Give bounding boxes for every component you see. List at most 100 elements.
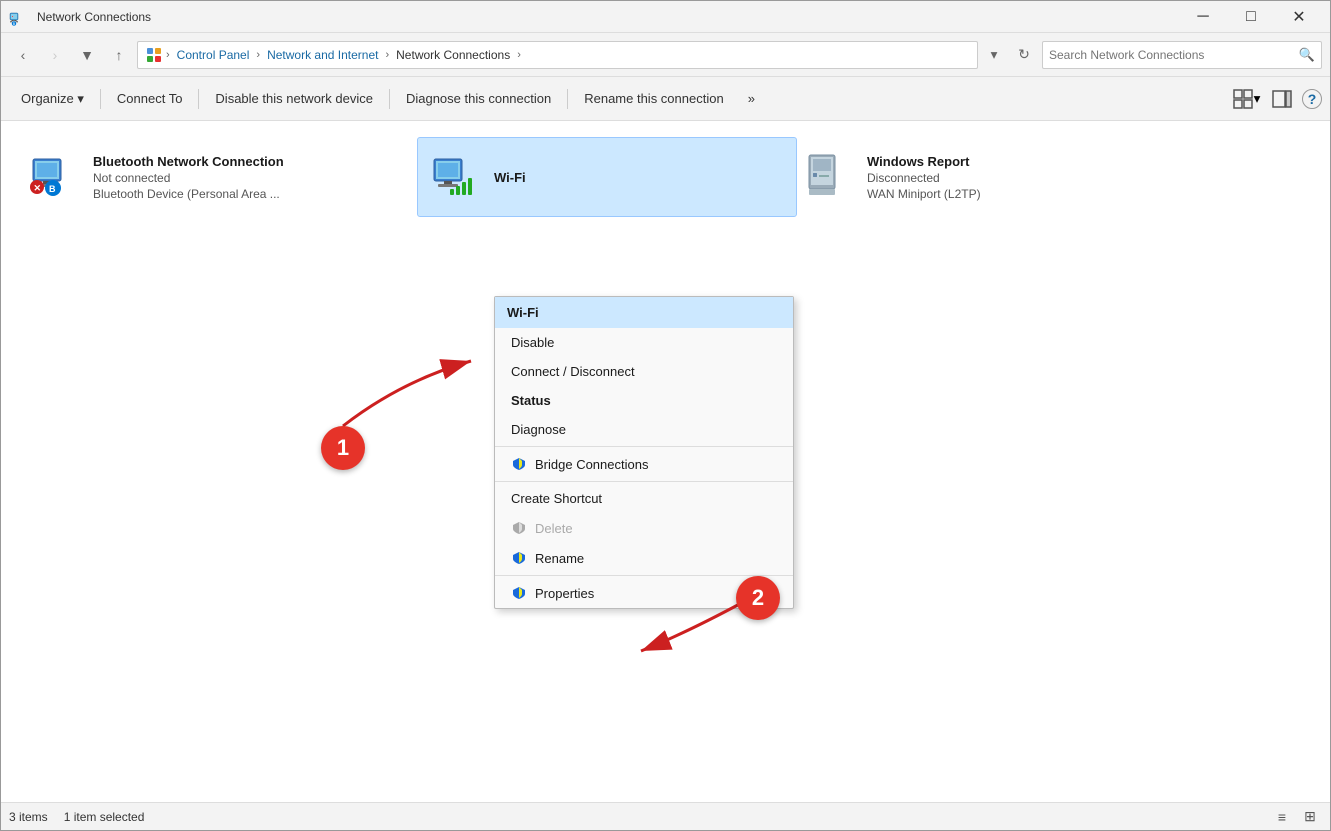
properties-shield-icon [511,585,527,601]
wifi-computer-icon [430,151,478,199]
help-button[interactable]: ? [1302,89,1322,109]
diagnose-button[interactable]: Diagnose this connection [394,81,563,117]
windows-report-info: Windows Report Disconnected WAN Miniport… [867,154,981,201]
toolbar: Organize ▾ Connect To Disable this netwo… [1,77,1330,121]
status-bar: 3 items 1 item selected ≡ ⊞ [1,802,1330,830]
network-item-wifi[interactable]: Wi-Fi [417,137,797,217]
windows-report-status: Disconnected [867,171,981,185]
wifi-info: Wi-Fi [494,170,526,185]
selected-info: 1 item selected [64,810,145,824]
refresh-button[interactable]: ↻ [1010,41,1038,69]
bluetooth-icon-container: ✕ B [29,151,81,203]
back-button[interactable]: ‹ [9,41,37,69]
search-icon: 🔍 [1299,47,1315,63]
context-menu-divider-2 [495,481,793,482]
breadcrumb-arrow-4: › [517,49,521,61]
toolbar-separator-3 [389,89,390,109]
breadcrumb-arrow-1: › [166,49,170,61]
status-bar-right: ≡ ⊞ [1270,807,1322,827]
address-dropdown-button[interactable]: ▾ [982,41,1006,69]
address-bar: ‹ › ▼ ↑ › Control Panel › Network and In… [1,33,1330,77]
title-bar: B Network Connections ─ □ ✕ [1,1,1330,33]
network-item-bluetooth[interactable]: ✕ B Bluetooth Network Connection Not con… [17,137,397,217]
search-input[interactable] [1049,48,1295,62]
forward-button[interactable]: › [41,41,69,69]
view-dropdown-icon: ▾ [1254,91,1261,107]
bluetooth-info: Bluetooth Network Connection Not connect… [93,154,284,201]
connect-disconnect-label: Connect / Disconnect [511,364,635,379]
context-menu-bridge-connections[interactable]: Bridge Connections [495,449,793,479]
toolbar-separator-1 [100,89,101,109]
app-icon: B [9,7,29,27]
maximize-button[interactable]: □ [1228,1,1274,33]
preview-pane-button[interactable] [1266,85,1298,113]
wifi-name: Wi-Fi [494,170,526,185]
context-menu-rename[interactable]: Rename [495,543,793,573]
delete-label: Delete [535,521,573,536]
context-menu-disable[interactable]: Disable [495,328,793,357]
toolbar-right: ▾ ? [1230,85,1322,113]
up-button[interactable]: ↑ [105,41,133,69]
breadcrumb-arrow-3: › [385,49,389,61]
windows-report-name: Windows Report [867,154,981,169]
diagnose-label: Diagnose [511,422,566,437]
rename-button[interactable]: Rename this connection [572,81,735,117]
delete-shield-icon [511,520,527,536]
disable-button[interactable]: Disable this network device [203,81,385,117]
disable-label: Disable [511,335,554,350]
window-controls: ─ □ ✕ [1180,1,1322,33]
svg-text:B: B [49,184,56,194]
context-menu-create-shortcut[interactable]: Create Shortcut [495,484,793,513]
wifi-icon-container [430,151,482,203]
breadcrumb-network-connections: Network Connections [393,47,513,63]
context-menu-divider-1 [495,446,793,447]
context-menu-connect-disconnect[interactable]: Connect / Disconnect [495,357,793,386]
control-panel-icon [146,47,162,63]
minimize-button[interactable]: ─ [1180,1,1226,33]
window-title: Network Connections [37,10,1180,24]
windows-report-type: WAN Miniport (L2TP) [867,187,981,201]
breadcrumb-network-internet[interactable]: Network and Internet [264,47,381,63]
breadcrumb-control-panel[interactable]: Control Panel [174,47,253,63]
main-content: ✕ B Bluetooth Network Connection Not con… [1,121,1330,802]
annotation-2: 2 [736,576,780,620]
create-shortcut-label: Create Shortcut [511,491,602,506]
main-window: B Network Connections ─ □ ✕ ‹ › ▼ ↑ › Co… [0,0,1331,831]
status-grid-view-button[interactable]: ⊞ [1298,807,1322,827]
annotation-1: 1 [321,426,365,470]
context-menu-delete: Delete [495,513,793,543]
network-items-container: ✕ B Bluetooth Network Connection Not con… [17,137,1314,217]
rename-shield-icon [511,550,527,566]
status-list-view-button[interactable]: ≡ [1270,807,1294,827]
context-menu-header: Wi-Fi [495,297,793,328]
toolbar-separator-4 [567,89,568,109]
context-menu-status[interactable]: Status [495,386,793,415]
change-view-button[interactable]: ▾ [1230,85,1262,113]
preview-icon [1272,89,1292,109]
close-button[interactable]: ✕ [1276,1,1322,33]
bluetooth-computer-icon: ✕ B [29,151,77,199]
context-menu: Wi-Fi Disable Connect / Disconnect Statu… [494,296,794,609]
context-menu-diagnose[interactable]: Diagnose [495,415,793,444]
view-icon [1232,88,1254,110]
status-label: Status [511,393,551,408]
bluetooth-name: Bluetooth Network Connection [93,154,284,169]
network-item-windows-report[interactable]: Windows Report Disconnected WAN Miniport… [791,137,1111,217]
breadcrumb: › Control Panel › Network and Internet ›… [137,41,978,69]
context-menu-divider-3 [495,575,793,576]
rename-label: Rename [535,551,584,566]
more-button[interactable]: » [736,81,767,117]
windows-report-icon [803,151,851,199]
bluetooth-type: Bluetooth Device (Personal Area ... [93,187,284,201]
connect-to-button[interactable]: Connect To [105,81,195,117]
windows-report-icon-container [803,151,855,203]
recent-button[interactable]: ▼ [73,41,101,69]
items-count: 3 items [9,810,48,824]
properties-label: Properties [535,586,594,601]
bridge-connections-label: Bridge Connections [535,457,648,472]
organize-button[interactable]: Organize ▾ [9,81,96,117]
search-box[interactable]: 🔍 [1042,41,1322,69]
bluetooth-status: Not connected [93,171,284,185]
breadcrumb-arrow-2: › [256,49,260,61]
toolbar-separator-2 [198,89,199,109]
